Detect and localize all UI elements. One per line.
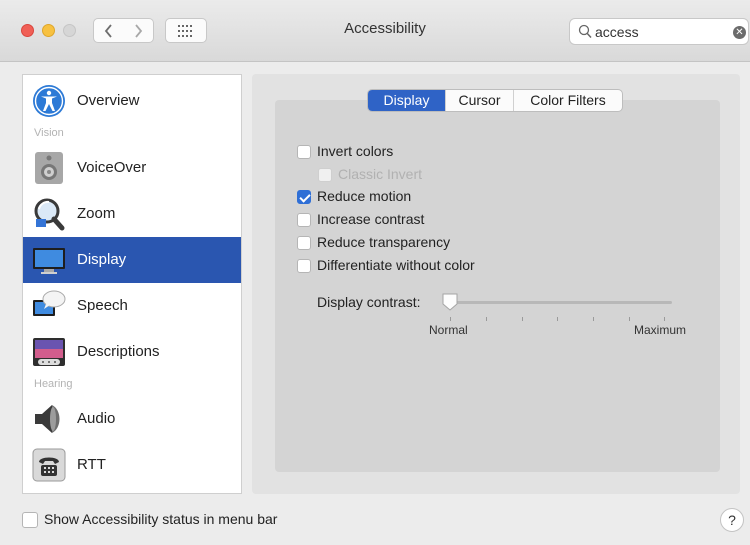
differentiate-without-color-checkbox[interactable]: [297, 259, 311, 273]
chevron-right-icon: [135, 23, 143, 38]
slider-max-label: Maximum: [634, 323, 687, 337]
tab-display[interactable]: Display: [368, 90, 445, 111]
slider-tick: [486, 317, 487, 321]
show-all-button[interactable]: [165, 18, 207, 43]
sidebar-item-label: RTT: [77, 456, 106, 473]
slider-tick: [664, 317, 665, 321]
magnifier-icon: [34, 198, 65, 231]
invert-colors-label: Invert colors: [317, 143, 394, 159]
back-button[interactable]: [93, 18, 124, 43]
show-status-menu-bar-checkbox[interactable]: [22, 512, 38, 528]
sidebar-item-rtt[interactable]: RTT: [23, 442, 241, 488]
sidebar-item-display[interactable]: Display: [23, 237, 241, 283]
sidebar-item-audio[interactable]: Audio: [23, 396, 241, 442]
speaker-icon: [35, 152, 63, 184]
sidebar-item-voiceover[interactable]: VoiceOver: [23, 145, 241, 191]
sidebar-item-label: Display: [77, 251, 127, 268]
help-button[interactable]: ?: [720, 508, 744, 532]
sidebar-item-label: VoiceOver: [77, 159, 147, 176]
reduce-motion-checkbox[interactable]: [297, 190, 311, 204]
sidebar-item-label: Zoom: [77, 205, 116, 222]
classic-invert-checkbox: [318, 168, 332, 182]
reduce-motion-label: Reduce motion: [317, 188, 412, 204]
monitor-icon: [33, 248, 65, 274]
telephone-icon: [32, 448, 66, 482]
slider-tick: [557, 317, 558, 321]
close-window-button[interactable]: [21, 24, 34, 37]
sidebar-item-speech[interactable]: Speech: [23, 283, 241, 329]
minimize-window-button[interactable]: [42, 24, 55, 37]
display-contrast-label: Display contrast:: [317, 294, 421, 310]
tab-bar: Display Cursor Color Filters: [367, 89, 623, 112]
show-status-menu-bar-label: Show Accessibility status in menu bar: [44, 511, 278, 527]
speaker-volume-icon: [35, 405, 60, 433]
sidebar: Overview Vision VoiceOver Zoom Display S…: [22, 74, 242, 494]
grid-icon: [178, 24, 192, 37]
sidebar-item-label: Audio: [77, 410, 116, 427]
forward-button[interactable]: [123, 18, 154, 43]
reduce-transparency-label: Reduce transparency: [317, 234, 451, 250]
invert-colors-checkbox[interactable]: [297, 145, 311, 159]
section-header-vision: Vision: [34, 127, 64, 139]
search-field[interactable]: ✕: [569, 18, 749, 45]
slider-tick: [593, 317, 594, 321]
slider-thumb[interactable]: [441, 293, 459, 311]
classic-invert-label: Classic Invert: [338, 166, 423, 182]
tab-cursor[interactable]: Cursor: [445, 90, 513, 111]
clear-search-icon[interactable]: ✕: [733, 26, 746, 39]
sidebar-item-label: Speech: [77, 297, 128, 314]
differentiate-without-color-label: Differentiate without color: [317, 257, 475, 273]
search-icon: [578, 24, 592, 39]
slider-tick: [629, 317, 630, 321]
sidebar-item-zoom[interactable]: Zoom: [23, 191, 241, 237]
zoom-window-button[interactable]: [63, 24, 76, 37]
accessibility-person-icon: [33, 85, 65, 117]
window-title: Accessibility: [344, 20, 426, 37]
increase-contrast-label: Increase contrast: [317, 211, 425, 227]
search-input[interactable]: [595, 23, 725, 41]
increase-contrast-checkbox[interactable]: [297, 213, 311, 227]
title-bar: Accessibility ✕: [0, 0, 750, 62]
slider-tick: [450, 317, 451, 321]
sidebar-item-label: Overview: [77, 92, 140, 109]
chevron-left-icon: [104, 23, 112, 38]
speech-bubble-icon: [33, 290, 66, 316]
sidebar-item-label: Descriptions: [77, 343, 160, 360]
sidebar-item-overview[interactable]: Overview: [23, 78, 241, 124]
reduce-transparency-checkbox[interactable]: [297, 236, 311, 250]
display-contrast-slider[interactable]: [446, 301, 672, 304]
section-header-hearing: Hearing: [34, 378, 73, 390]
slider-tick: [522, 317, 523, 321]
slider-min-label: Normal: [429, 323, 468, 337]
tab-color-filters[interactable]: Color Filters: [513, 90, 622, 111]
sidebar-item-descriptions[interactable]: Descriptions: [23, 329, 241, 375]
descriptions-icon: [33, 338, 65, 366]
